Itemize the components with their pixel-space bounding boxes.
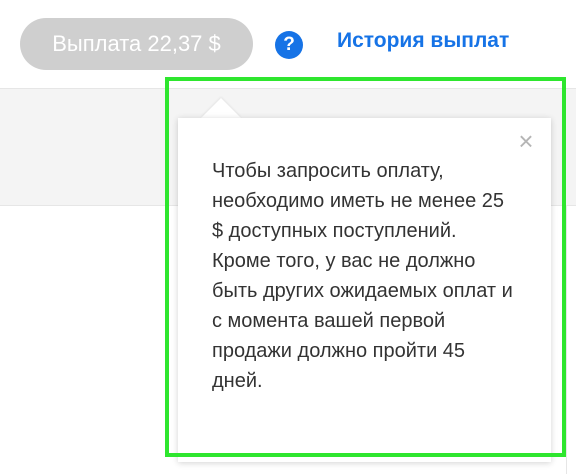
payout-info-tooltip: × Чтобы запросить оплату, необходимо име…	[178, 118, 551, 462]
payout-button[interactable]: Выплата 22,37 $	[20, 18, 253, 70]
header: Выплата 22,37 $ ? История выплат	[0, 0, 576, 88]
close-icon[interactable]: ×	[515, 128, 537, 154]
payouts-page: Выплата 22,37 $ ? История выплат × Чтобы…	[0, 0, 576, 474]
column-divider	[566, 206, 567, 474]
payout-history-link[interactable]: История выплат	[337, 29, 509, 53]
help-icon[interactable]: ?	[275, 31, 303, 59]
tooltip-message: Чтобы запросить оплату, необходимо иметь…	[212, 160, 513, 392]
tooltip-arrow	[201, 98, 241, 118]
